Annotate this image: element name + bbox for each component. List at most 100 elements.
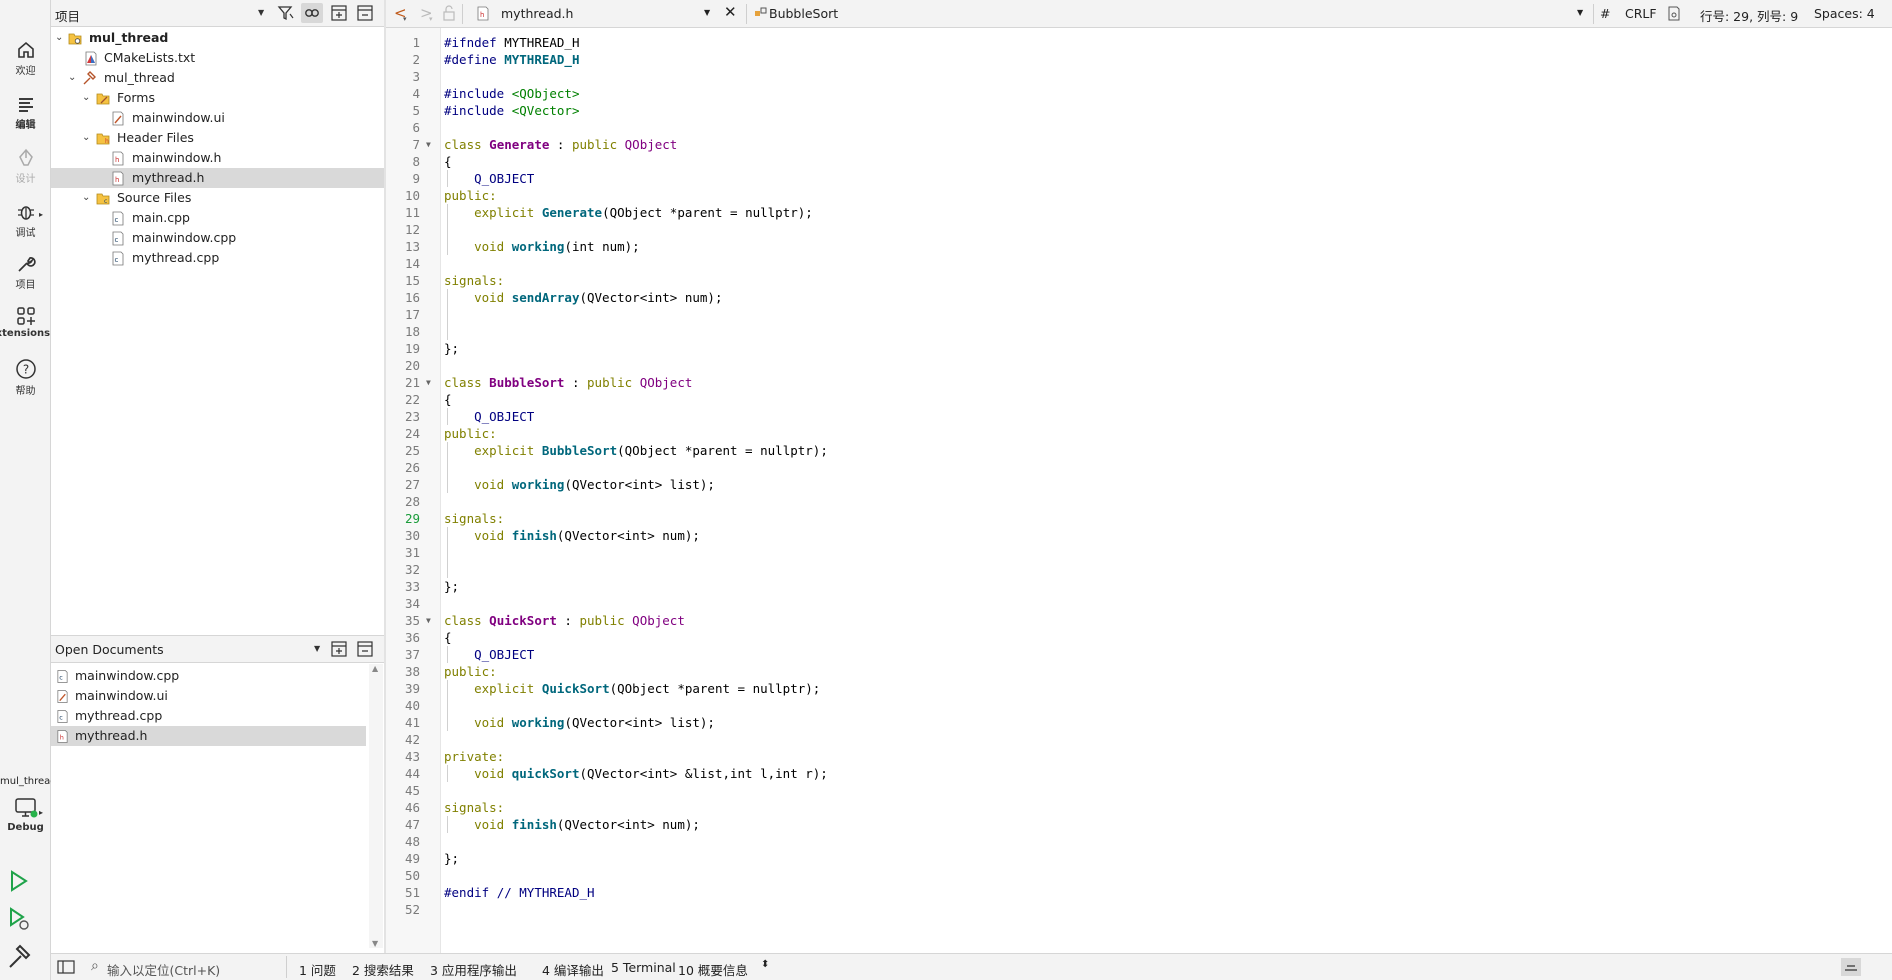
- tab-general-messages[interactable]: 10 概要信息: [678, 960, 748, 979]
- chevron-down-icon[interactable]: ⌄: [82, 88, 90, 108]
- chevron-down-icon[interactable]: ▼: [1577, 8, 1583, 17]
- code-line[interactable]: 52: [386, 901, 1886, 918]
- fold-toggle-icon[interactable]: ▼: [426, 374, 431, 391]
- code-line[interactable]: 19};: [386, 340, 1886, 357]
- run-button[interactable]: [4, 866, 34, 896]
- sync-link-icon[interactable]: [301, 3, 323, 23]
- code-line[interactable]: 38 public:: [386, 663, 1886, 680]
- code-line[interactable]: 30 void finish(QVector<int> num);: [386, 527, 1886, 544]
- code-line[interactable]: 9 Q_OBJECT: [386, 170, 1886, 187]
- close-split-icon[interactable]: [354, 639, 376, 659]
- tab-issues[interactable]: 1 问题: [299, 960, 336, 979]
- code-line[interactable]: 17: [386, 306, 1886, 323]
- debug-run-button[interactable]: [4, 904, 34, 934]
- open-doc-item[interactable]: h mythread.h: [51, 726, 366, 746]
- code-line[interactable]: 7 ▼ class Generate : public QObject: [386, 136, 1886, 153]
- code-line[interactable]: 5 #include <QVector>: [386, 102, 1886, 119]
- code-line[interactable]: 48: [386, 833, 1886, 850]
- code-line[interactable]: 31: [386, 544, 1886, 561]
- scroll-down-icon[interactable]: ▼: [372, 939, 378, 948]
- chevron-down-icon[interactable]: ▾: [403, 15, 407, 23]
- mode-debug[interactable]: 调试 ▸: [0, 202, 51, 239]
- scroll-up-icon[interactable]: ▲: [372, 664, 378, 673]
- encoding-icon[interactable]: [1667, 6, 1681, 24]
- code-line[interactable]: 15 signals:: [386, 272, 1886, 289]
- chevron-down-icon[interactable]: ▼: [258, 8, 264, 17]
- chevron-down-icon[interactable]: ▼: [704, 8, 710, 17]
- mode-design[interactable]: 设计: [0, 148, 51, 185]
- code-line[interactable]: 36{: [386, 629, 1886, 646]
- code-editor[interactable]: 1 #ifndef MYTHREAD_H 2 #define MYTHREAD_H …: [386, 28, 1892, 953]
- code-line[interactable]: 12: [386, 221, 1886, 238]
- chevron-down-icon[interactable]: ▾: [429, 15, 433, 23]
- tree-item-mythread-h[interactable]: h mythread.h: [51, 168, 384, 188]
- code-line[interactable]: 20: [386, 357, 1886, 374]
- tree-item-mythread-cpp[interactable]: c mythread.cpp: [51, 248, 384, 268]
- code-line[interactable]: 26: [386, 459, 1886, 476]
- fold-toggle-icon[interactable]: ▼: [426, 136, 431, 153]
- open-doc-item[interactable]: c mythread.cpp: [51, 706, 366, 726]
- code-line[interactable]: 47 void finish(QVector<int> num);: [386, 816, 1886, 833]
- toggle-sidebar-icon[interactable]: [57, 959, 75, 978]
- code-line[interactable]: 24 public:: [386, 425, 1886, 442]
- tree-item-mainwindow-cpp[interactable]: c mainwindow.cpp: [51, 228, 384, 248]
- tree-item-forms[interactable]: ⌄ Forms: [51, 88, 384, 108]
- code-line[interactable]: 27 void working(QVector<int> list);: [386, 476, 1886, 493]
- project-view-selector[interactable]: 项目: [55, 6, 80, 25]
- mode-edit[interactable]: 编辑: [0, 94, 51, 131]
- open-documents-scrollbar[interactable]: ▲ ▼: [369, 664, 383, 948]
- cursor-position[interactable]: 行号: 29, 列号: 9: [1700, 6, 1798, 25]
- code-line[interactable]: 40: [386, 697, 1886, 714]
- filter-icon[interactable]: [275, 3, 297, 23]
- code-line[interactable]: 10 public:: [386, 187, 1886, 204]
- mode-extensions[interactable]: Extensions: [0, 306, 51, 339]
- editor-scrollbar[interactable]: [1878, 28, 1892, 953]
- code-line[interactable]: 1 #ifndef MYTHREAD_H: [386, 34, 1886, 51]
- line-ending-selector[interactable]: CRLF: [1625, 6, 1657, 21]
- code-line[interactable]: 25 explicit BubbleSort(QObject *parent =…: [386, 442, 1886, 459]
- code-line[interactable]: 6: [386, 119, 1886, 136]
- mode-projects[interactable]: 项目: [0, 254, 51, 291]
- tab-app-output[interactable]: 3 应用程序输出: [430, 960, 517, 979]
- more-tabs-icon[interactable]: ⬍: [761, 959, 769, 970]
- code-line[interactable]: 18: [386, 323, 1886, 340]
- chevron-down-icon[interactable]: ⌄: [68, 68, 76, 88]
- symbol-selector[interactable]: BubbleSort: [769, 6, 838, 21]
- code-line[interactable]: 42: [386, 731, 1886, 748]
- tree-item-main-cpp[interactable]: c main.cpp: [51, 208, 384, 228]
- code-line[interactable]: 44 void quickSort(QVector<int> &list,int…: [386, 765, 1886, 782]
- code-line[interactable]: 34: [386, 595, 1886, 612]
- code-line[interactable]: 14: [386, 255, 1886, 272]
- tree-item-source-files[interactable]: ⌄ c Source Files: [51, 188, 384, 208]
- code-line[interactable]: 21 ▼ class BubbleSort : public QObject: [386, 374, 1886, 391]
- tree-item-target[interactable]: ⌄ mul_thread: [51, 68, 384, 88]
- code-line[interactable]: 11 explicit Generate(QObject *parent = n…: [386, 204, 1886, 221]
- code-line[interactable]: 37 Q_OBJECT: [386, 646, 1886, 663]
- tree-item-header-files[interactable]: ⌄ h Header Files: [51, 128, 384, 148]
- code-line[interactable]: 8{: [386, 153, 1886, 170]
- split-add-icon[interactable]: [328, 3, 350, 23]
- code-line[interactable]: 33};: [386, 578, 1886, 595]
- code-line[interactable]: 43 private:: [386, 748, 1886, 765]
- code-line[interactable]: 46 signals:: [386, 799, 1886, 816]
- code-line[interactable]: 45: [386, 782, 1886, 799]
- code-line[interactable]: 2 #define MYTHREAD_H: [386, 51, 1886, 68]
- code-line[interactable]: 51 #endif // MYTHREAD_H: [386, 884, 1886, 901]
- mode-help[interactable]: ? 帮助: [0, 358, 51, 397]
- open-doc-item[interactable]: c mainwindow.cpp: [51, 666, 366, 686]
- build-button[interactable]: [4, 942, 34, 972]
- code-line[interactable]: 3: [386, 68, 1886, 85]
- split-add-icon[interactable]: [328, 639, 350, 659]
- tab-search-results[interactable]: 2 搜索结果: [352, 960, 414, 979]
- tree-item-mainwindow-h[interactable]: h mainwindow.h: [51, 148, 384, 168]
- code-line[interactable]: 16 void sendArray(QVector<int> num);: [386, 289, 1886, 306]
- tab-compile-output[interactable]: 4 编译输出: [542, 960, 604, 979]
- code-line[interactable]: 22{: [386, 391, 1886, 408]
- tab-terminal[interactable]: 5 Terminal: [611, 960, 676, 975]
- locator-input[interactable]: ⌕ 输入以定位(Ctrl+K): [87, 956, 287, 978]
- code-line[interactable]: 49};: [386, 850, 1886, 867]
- progress-details-icon[interactable]: [1841, 958, 1861, 976]
- code-line[interactable]: 35 ▼ class QuickSort : public QObject: [386, 612, 1886, 629]
- code-line[interactable]: 23 Q_OBJECT: [386, 408, 1886, 425]
- indentation-selector[interactable]: Spaces: 4: [1814, 6, 1875, 21]
